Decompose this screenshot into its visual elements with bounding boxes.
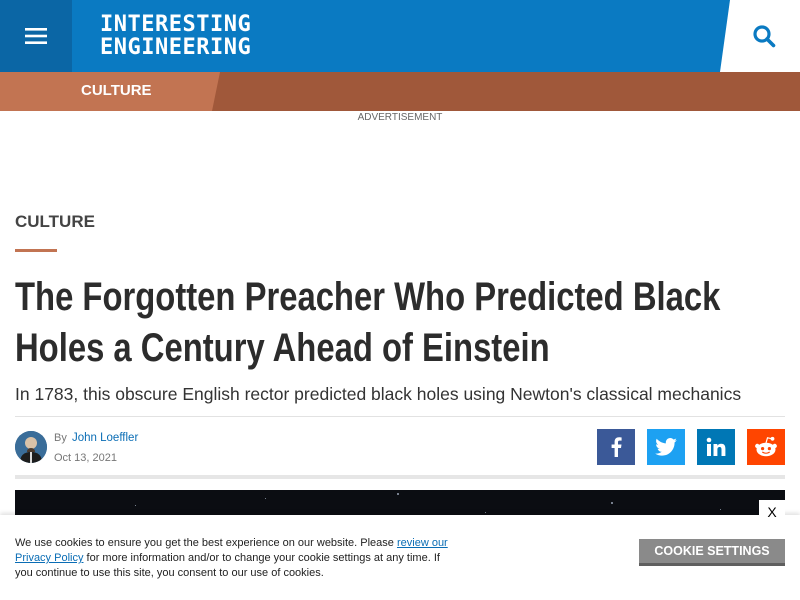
twitter-icon bbox=[655, 438, 677, 456]
byline-label: By bbox=[54, 432, 67, 444]
cookie-message: We use cookies to ensure you get the bes… bbox=[15, 536, 455, 581]
author-avatar[interactable] bbox=[15, 431, 47, 463]
logo-line-1: INTERESTING bbox=[100, 12, 252, 37]
search-icon bbox=[753, 25, 776, 48]
advertisement-label: ADVERTISEMENT bbox=[357, 112, 443, 123]
author-link[interactable]: John Loeffler bbox=[72, 432, 138, 444]
linkedin-icon bbox=[706, 437, 726, 456]
site-logo[interactable]: INTERESTING ENGINEERING bbox=[100, 12, 252, 61]
publish-date: Oct 13, 2021 bbox=[54, 452, 117, 464]
category-underline bbox=[15, 249, 57, 252]
share-reddit-button[interactable] bbox=[747, 429, 785, 465]
title-line-2: Holes a Century Ahead of Einstein bbox=[15, 326, 550, 370]
category-bar-link[interactable]: CULTURE bbox=[81, 82, 152, 99]
cookie-close-button[interactable]: X bbox=[759, 500, 785, 524]
section-divider bbox=[15, 475, 785, 479]
person-icon bbox=[15, 431, 47, 463]
cookie-banner: We use cookies to ensure you get the bes… bbox=[0, 515, 800, 600]
article-category[interactable]: CULTURE bbox=[15, 212, 95, 232]
menu-button[interactable] bbox=[0, 0, 72, 72]
share-facebook-button[interactable] bbox=[597, 429, 635, 465]
cookie-text-start: We use cookies to ensure you get the bes… bbox=[15, 537, 397, 549]
search-button[interactable] bbox=[720, 0, 800, 72]
reddit-icon bbox=[755, 436, 777, 457]
share-linkedin-button[interactable] bbox=[697, 429, 735, 465]
facebook-icon bbox=[611, 437, 622, 457]
article-subtitle: In 1783, this obscure English rector pre… bbox=[15, 384, 742, 404]
logo-line-2: ENGINEERING bbox=[100, 35, 252, 60]
cookie-settings-button[interactable]: COOKIE SETTINGS bbox=[639, 539, 785, 566]
article-title: The Forgotten Preacher Who Predicted Bla… bbox=[15, 272, 778, 374]
share-twitter-button[interactable] bbox=[647, 429, 685, 465]
divider bbox=[15, 416, 785, 417]
title-line-1: The Forgotten Preacher Who Predicted Bla… bbox=[15, 275, 721, 319]
hamburger-icon bbox=[25, 28, 47, 44]
